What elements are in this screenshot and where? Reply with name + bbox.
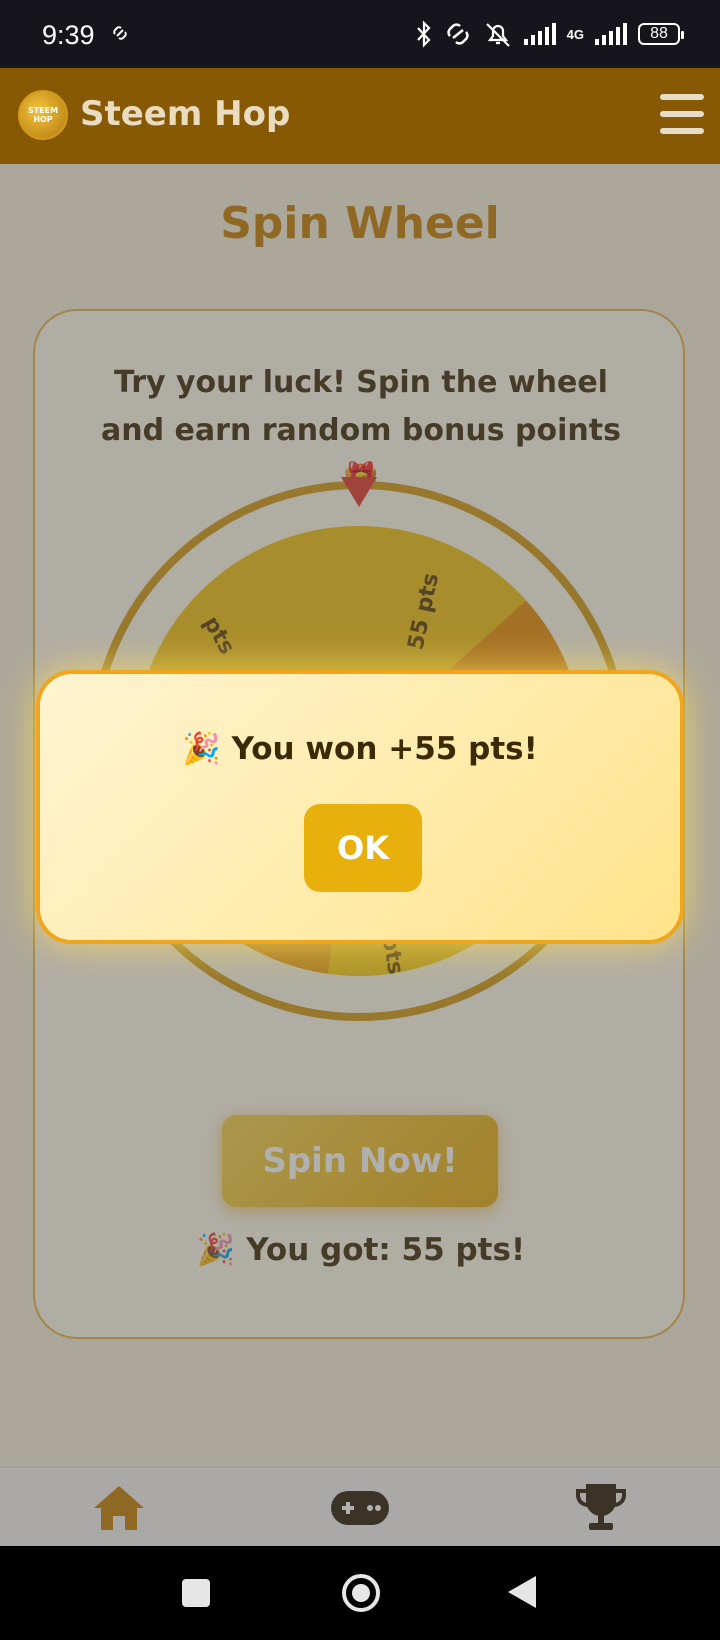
link-icon	[113, 26, 127, 40]
network-type: 4G	[566, 26, 584, 42]
status-icons: 4G 88	[415, 20, 684, 48]
battery-indicator: 88	[638, 23, 684, 45]
signal-icon	[523, 23, 556, 45]
app-logo[interactable]: STEEM HOP	[18, 90, 68, 140]
win-dialog: 🎉 You won +55 pts! OK	[36, 670, 684, 944]
logo-text: STEEM HOP	[27, 106, 59, 124]
mute-icon	[485, 23, 510, 47]
menu-icon[interactable]	[660, 94, 704, 134]
battery-level: 88	[650, 25, 668, 42]
system-nav-bar	[0, 1546, 720, 1640]
app-bar: STEEM HOP Steem Hop	[0, 68, 720, 164]
home-circle-icon[interactable]	[340, 1572, 382, 1614]
recents-icon[interactable]	[181, 1578, 211, 1608]
bluetooth-icon	[416, 20, 431, 48]
status-bar: 9:39 4G 88	[0, 0, 720, 68]
link-icon	[447, 23, 469, 45]
back-icon[interactable]	[506, 1574, 538, 1610]
win-message: 🎉 You won +55 pts!	[182, 731, 538, 767]
signal-icon	[595, 23, 627, 45]
ok-button[interactable]: OK	[304, 804, 422, 892]
status-time: 9:39	[42, 20, 95, 50]
app-title[interactable]: Steem Hop	[80, 94, 290, 134]
